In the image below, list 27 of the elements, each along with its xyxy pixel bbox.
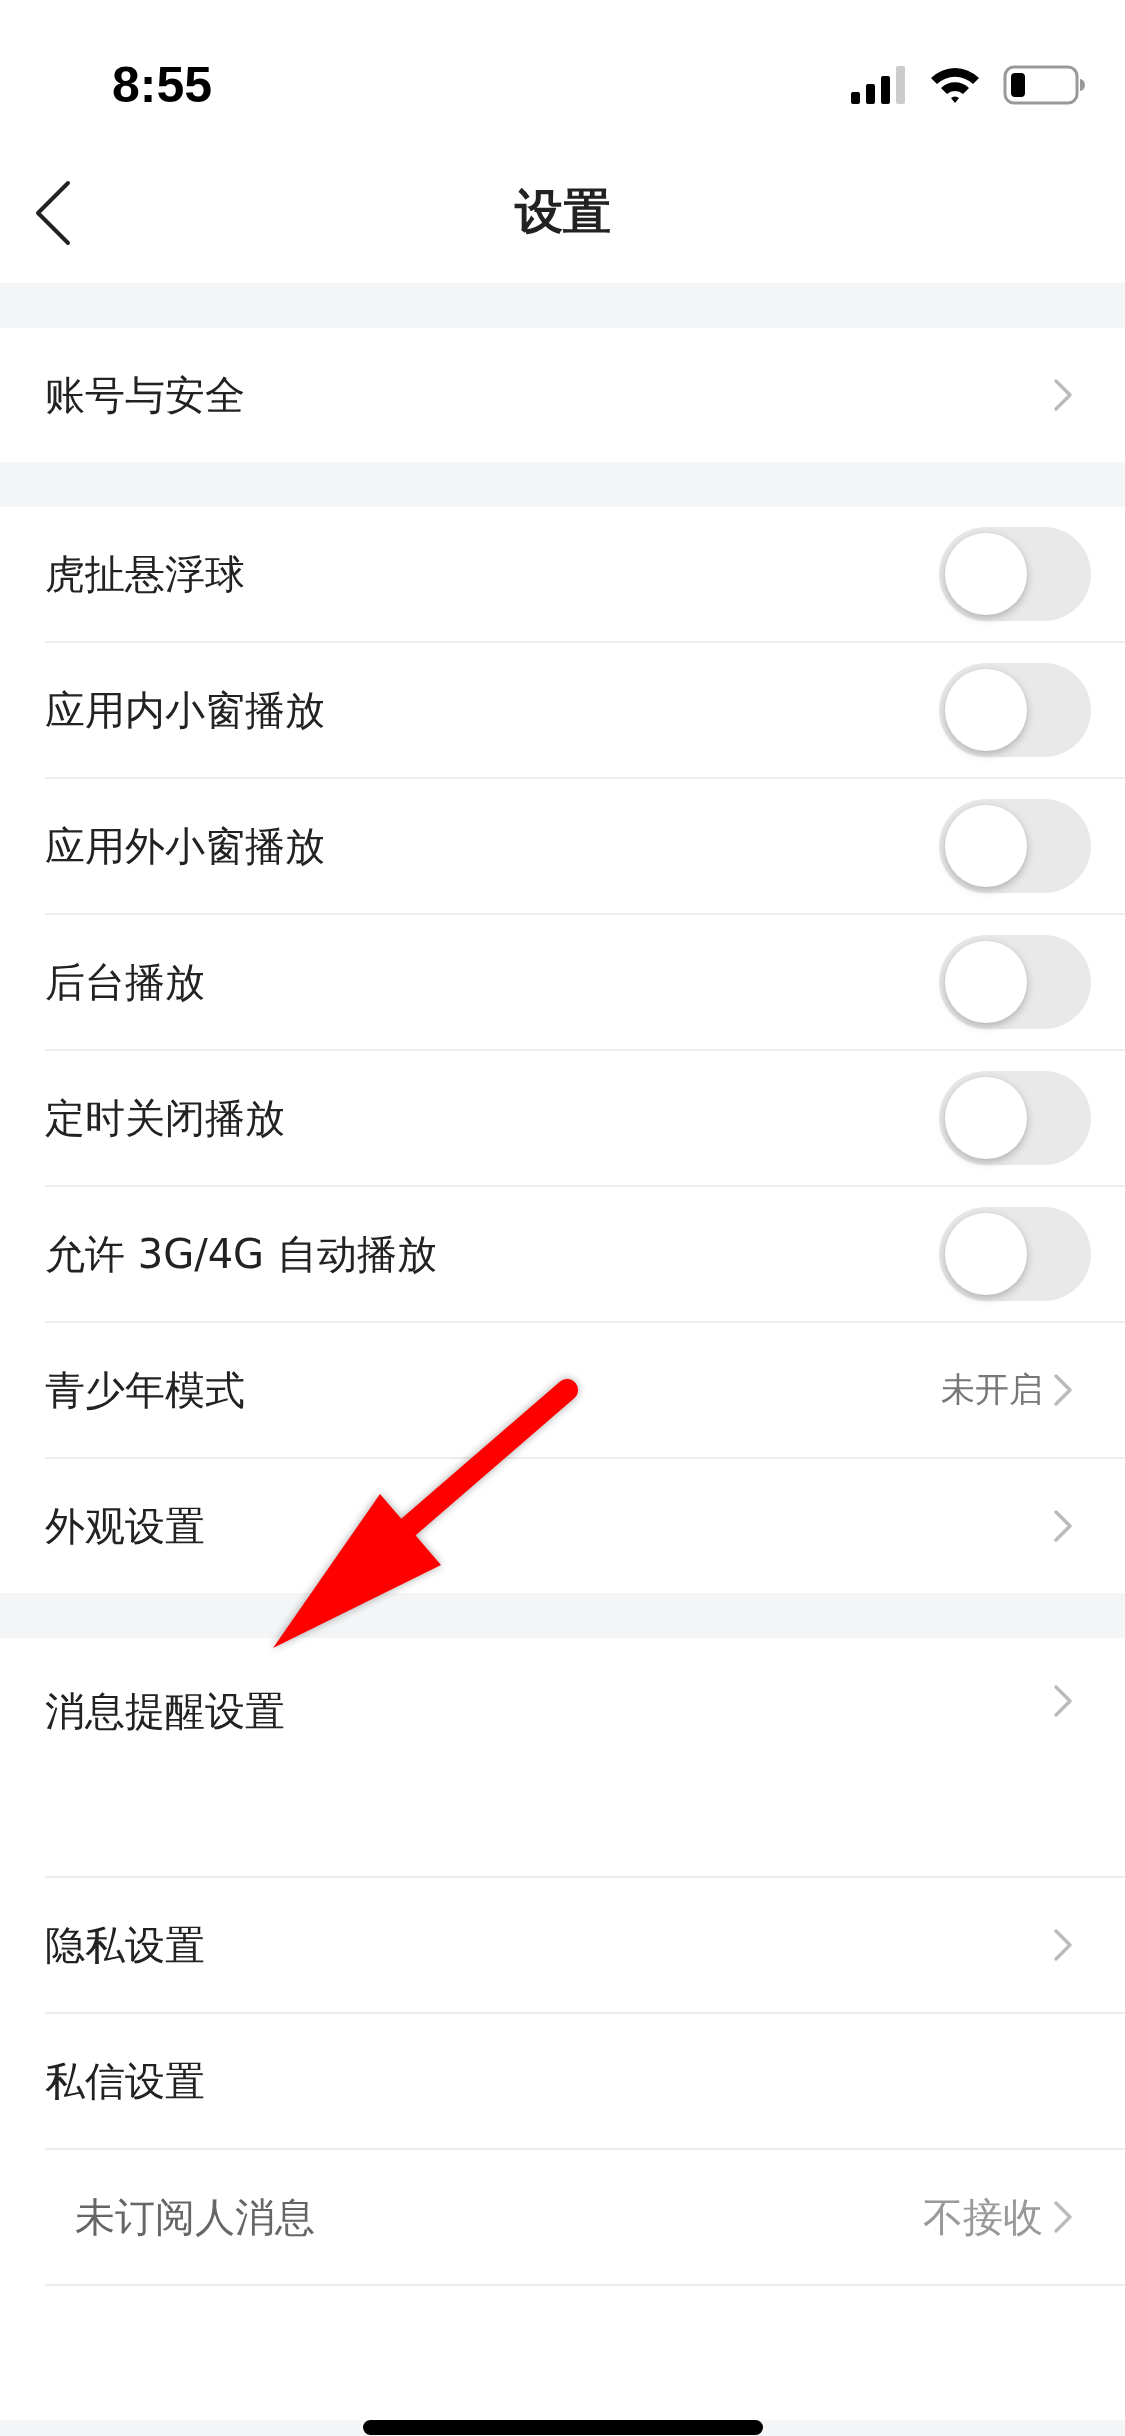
chevron-icon: [1053, 1684, 1073, 1718]
chevron-icon: [1053, 378, 1073, 412]
setting-label[interactable]: 应用外小窗播放: [45, 818, 939, 874]
setting-value: 不接收: [923, 2192, 1043, 2242]
chevron-icon: [1053, 1373, 1073, 1407]
setting-label[interactable]: 账号与安全: [45, 367, 1053, 423]
setting-label[interactable]: 允许 3G/4G 自动播放: [45, 1226, 939, 1282]
setting-label[interactable]: 私信设置: [45, 2053, 1073, 2109]
setting-label[interactable]: 未订阅人消息: [75, 2189, 923, 2245]
setting-label[interactable]: 后台播放: [45, 954, 939, 1010]
setting-label[interactable]: 定时关闭播放: [45, 1090, 939, 1146]
signal-icon: [851, 66, 907, 104]
setting-label[interactable]: 消息提醒设置: [45, 1684, 1053, 1739]
setting-label[interactable]: 虎扯悬浮球: [45, 546, 939, 602]
setting-label[interactable]: 青少年模式: [45, 1362, 941, 1418]
page-title: 设置: [514, 181, 611, 241]
wifi-icon: [929, 66, 981, 104]
setting-label[interactable]: 外观设置: [45, 1498, 1053, 1554]
chevron-icon: [1053, 2200, 1073, 2234]
setting-label[interactable]: 应用内小窗播放: [45, 682, 939, 738]
status-time: 8:55: [112, 56, 213, 114]
setting-value: 未开启: [941, 1368, 1043, 1411]
chevron-icon: [1053, 1509, 1073, 1543]
battery-icon: [1003, 65, 1085, 105]
back-icon[interactable]: [34, 180, 72, 246]
chevron-icon: [1053, 1928, 1073, 1962]
setting-label[interactable]: 隐私设置: [45, 1917, 1053, 1973]
